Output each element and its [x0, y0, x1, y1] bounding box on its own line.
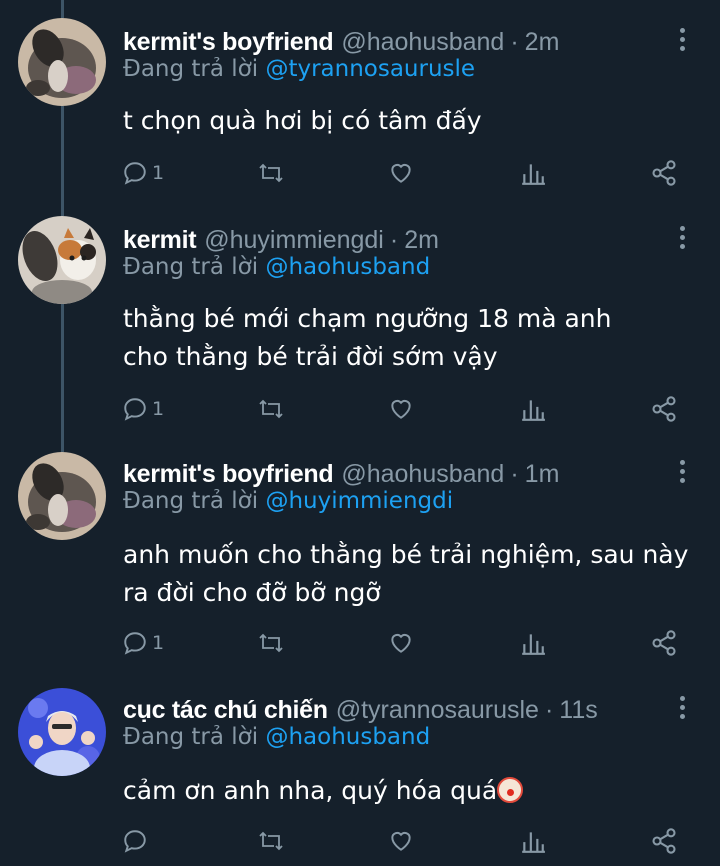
analytics-icon [522, 164, 545, 185]
reply-button[interactable]: 1 [122, 158, 164, 188]
reply-prefix: Đang trả lời [123, 56, 259, 82]
tweet-actions: 1 [122, 158, 692, 188]
like-button[interactable] [387, 158, 415, 188]
reply-prefix: Đang trả lời [123, 488, 259, 514]
retweet-icon [259, 399, 283, 419]
separator: · [510, 27, 519, 56]
reply-context: Đang trả lời @tyrannosaurusle [123, 56, 475, 82]
display-name[interactable]: cục tác chú chiến [123, 696, 328, 725]
reply-context: Đang trả lời @huyimmiengdi [123, 488, 453, 514]
avatar[interactable] [18, 452, 106, 540]
share-button[interactable] [650, 628, 678, 658]
retweet-icon [259, 633, 283, 653]
display-name[interactable]: kermit [123, 226, 197, 255]
share-button[interactable] [650, 826, 678, 856]
tweet[interactable]: cục tác chú chiến @tyrannosaurusle · 11s… [0, 688, 720, 866]
more-vertical-icon[interactable] [672, 460, 692, 490]
reply-mention-link[interactable]: @haohusband [265, 254, 430, 280]
reply-count: 1 [152, 162, 165, 184]
avatar[interactable] [18, 688, 106, 776]
share-icon [652, 160, 676, 186]
timestamp[interactable]: 1m [525, 460, 560, 489]
reply-icon [124, 398, 146, 421]
thread-line [61, 0, 64, 18]
separator: · [510, 459, 519, 488]
reply-icon [124, 632, 146, 655]
user-handle[interactable]: @tyrannosaurusle [336, 696, 539, 725]
separator: · [544, 695, 554, 724]
analytics-icon [522, 634, 545, 655]
analytics-button[interactable] [520, 158, 546, 188]
retweet-button[interactable] [257, 158, 285, 188]
like-button[interactable] [387, 394, 415, 424]
analytics-icon [522, 400, 545, 421]
tweet-text-content: cảm ơn anh nha, quý hóa quá [123, 776, 498, 805]
reply-count: 1 [152, 398, 165, 420]
share-icon [652, 396, 676, 422]
analytics-button[interactable] [520, 394, 546, 424]
retweet-button[interactable] [257, 628, 285, 658]
heart-icon [391, 399, 411, 419]
avatar[interactable] [18, 216, 106, 304]
retweet-button[interactable] [257, 394, 285, 424]
reply-button[interactable] [122, 826, 152, 856]
reply-button[interactable]: 1 [122, 394, 164, 424]
share-button[interactable] [650, 394, 678, 424]
separator: · [389, 225, 399, 254]
share-icon [652, 828, 676, 854]
user-handle[interactable]: @huyimmiengdi [204, 226, 384, 255]
share-button[interactable] [650, 158, 678, 188]
more-vertical-icon[interactable] [672, 226, 692, 256]
user-handle[interactable]: @haohusband [341, 460, 504, 489]
reply-icon [124, 162, 146, 185]
analytics-icon [522, 832, 545, 853]
heart-icon [391, 163, 411, 183]
tweet-actions [122, 826, 692, 856]
tweet-actions: 1 [122, 628, 692, 658]
more-vertical-icon[interactable] [672, 28, 692, 58]
avatar[interactable] [18, 18, 106, 106]
tweet-actions: 1 [122, 394, 692, 424]
like-button[interactable] [387, 628, 415, 658]
reply-context: Đang trả lời @haohusband [123, 254, 430, 280]
retweet-icon [259, 831, 283, 851]
tweet[interactable]: kermit's boyfriend @haohusband · 2m Đang… [0, 18, 720, 218]
tweet[interactable]: kermit's boyfriend @haohusband · 1m Đang… [0, 452, 720, 688]
reply-context: Đang trả lời @haohusband [123, 724, 430, 750]
reply-icon [124, 830, 146, 853]
heart-icon [391, 831, 411, 851]
reply-count: 1 [152, 632, 165, 654]
reply-mention-link[interactable]: @tyrannosaurusle [265, 56, 475, 82]
display-name[interactable]: kermit's boyfriend [123, 28, 334, 57]
reply-mention-link[interactable]: @haohusband [265, 724, 430, 750]
tweet-text: cảm ơn anh nha, quý hóa quá [123, 772, 703, 810]
reply-prefix: Đang trả lời [123, 724, 259, 750]
tweet-text: t chọn quà hơi bị có tâm đấy [123, 106, 482, 135]
heart-icon [391, 633, 411, 653]
tweet[interactable]: kermit @huyimmiengdi · 2m Đang trả lời @… [0, 216, 720, 452]
analytics-button[interactable] [520, 826, 546, 856]
analytics-button[interactable] [520, 628, 546, 658]
like-button[interactable] [387, 826, 415, 856]
timestamp[interactable]: 11s [559, 696, 597, 725]
reply-button[interactable]: 1 [122, 628, 164, 658]
reply-mention-link[interactable]: @huyimmiengdi [265, 488, 453, 514]
more-vertical-icon[interactable] [672, 696, 692, 726]
retweet-icon [259, 163, 283, 183]
retweet-button[interactable] [257, 826, 285, 856]
clown-face-emoji [497, 777, 524, 803]
reply-prefix: Đang trả lời [123, 254, 259, 280]
tweet-text: anh muốn cho thằng bé trải nghiệm, sau n… [123, 540, 689, 607]
user-handle[interactable]: @haohusband [341, 28, 504, 57]
timestamp[interactable]: 2m [525, 28, 560, 57]
timestamp[interactable]: 2m [404, 226, 439, 255]
tweet-text: thằng bé mới chạm ngưỡng 18 mà anh cho t… [123, 304, 612, 371]
display-name[interactable]: kermit's boyfriend [123, 460, 334, 489]
share-icon [652, 630, 676, 656]
